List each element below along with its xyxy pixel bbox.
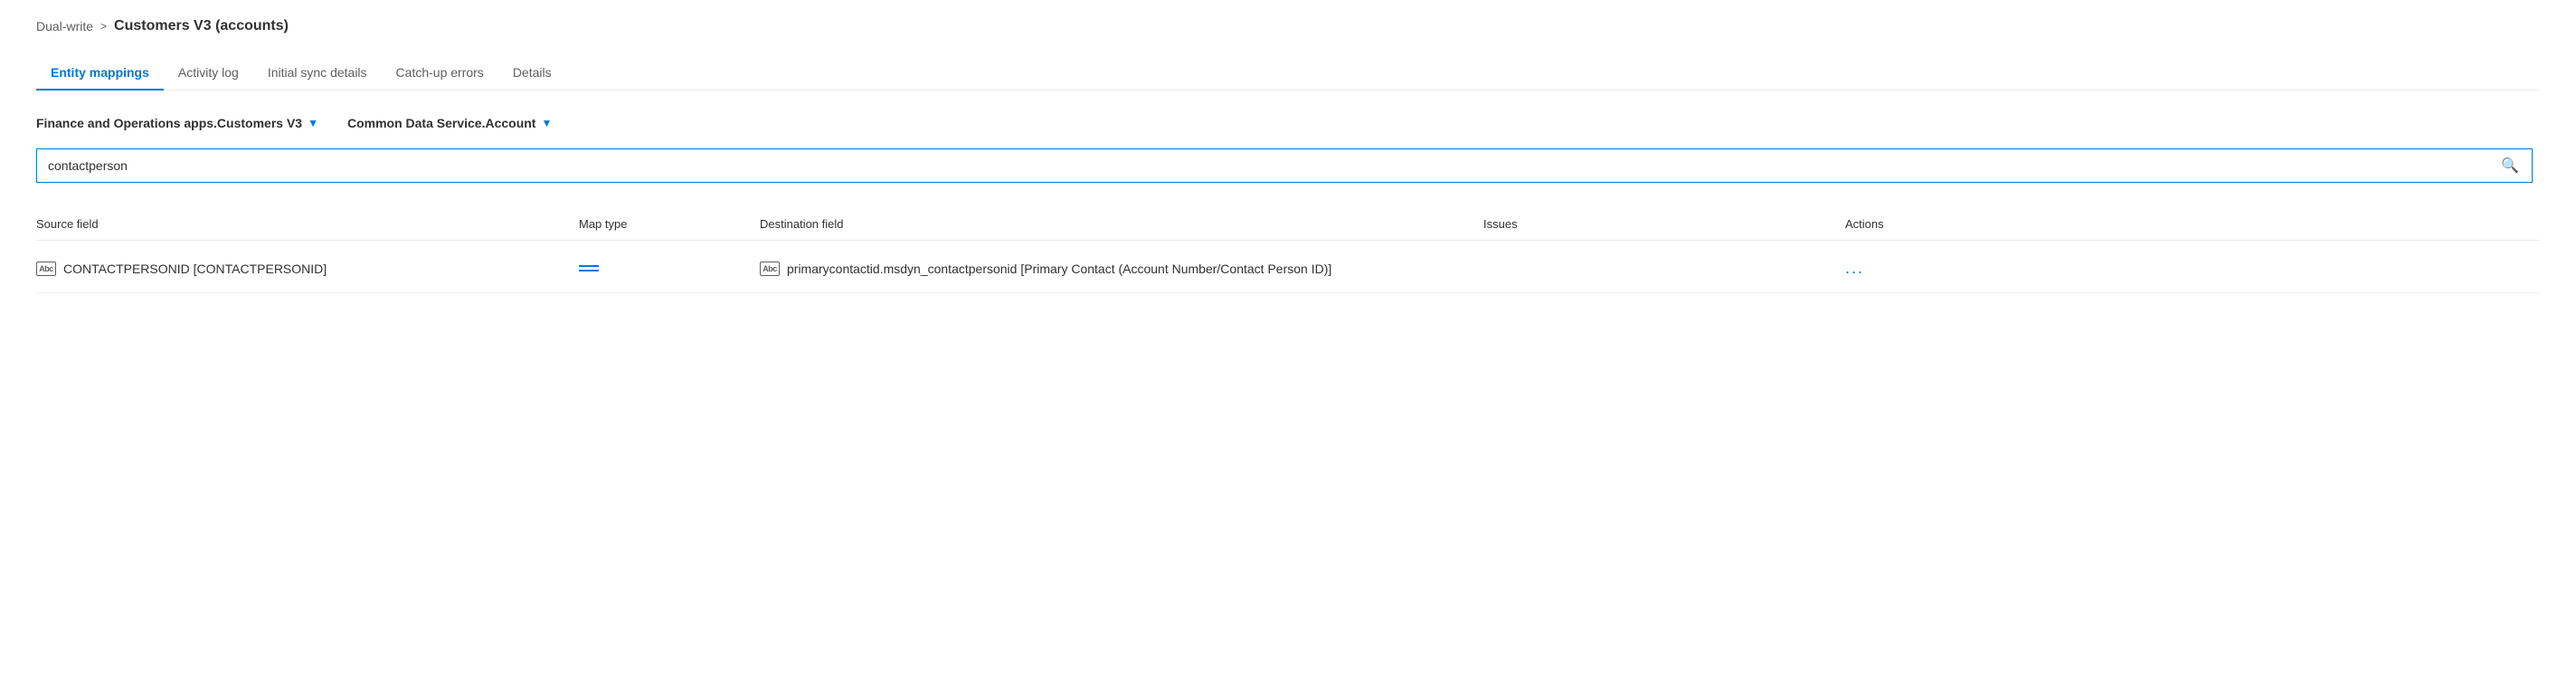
breadcrumb: Dual-write > Customers V3 (accounts)	[36, 18, 2540, 34]
source-field-text: CONTACTPERSONID [CONTACTPERSONID]	[63, 262, 327, 276]
destination-field-label: Abc primarycontactid.msdyn_contactperson…	[760, 262, 1483, 276]
actions-more-button[interactable]: ...	[1845, 259, 1864, 277]
destination-column-label: Common Data Service.Account	[347, 116, 536, 130]
source-abc-icon: Abc	[36, 262, 56, 276]
tab-initial-sync-details[interactable]: Initial sync details	[253, 56, 382, 90]
column-headers: Finance and Operations apps.Customers V3…	[36, 116, 2540, 130]
destination-field-text: primarycontactid.msdyn_contactpersonid […	[787, 262, 1331, 276]
dash-line-2	[579, 270, 599, 271]
tabs-container: Entity mappings Activity log Initial syn…	[36, 56, 2540, 90]
actions-cell: ...	[1845, 259, 2540, 278]
header-source-field: Source field	[36, 217, 579, 231]
tab-catch-up-errors[interactable]: Catch-up errors	[382, 56, 498, 90]
source-filter-icon[interactable]: ▼	[308, 117, 318, 129]
header-actions: Actions	[1845, 217, 2540, 231]
breadcrumb-current: Customers V3 (accounts)	[114, 18, 289, 34]
search-icon: 🔍	[2501, 157, 2519, 175]
table-container: Source field Map type Destination field …	[36, 208, 2540, 293]
source-field-label: Abc CONTACTPERSONID [CONTACTPERSONID]	[36, 262, 579, 276]
map-type-icon	[579, 265, 760, 271]
tab-details[interactable]: Details	[498, 56, 566, 90]
search-container: 🔍	[36, 148, 2533, 183]
dash-line-1	[579, 265, 599, 267]
source-field-cell: Abc CONTACTPERSONID [CONTACTPERSONID]	[36, 262, 579, 276]
source-column-label: Finance and Operations apps.Customers V3	[36, 116, 302, 130]
map-type-cell	[579, 265, 760, 271]
breadcrumb-parent[interactable]: Dual-write	[36, 19, 93, 33]
search-input[interactable]	[37, 151, 2488, 180]
source-column-header: Finance and Operations apps.Customers V3…	[36, 116, 318, 130]
destination-column-header: Common Data Service.Account ▼	[347, 116, 552, 130]
header-issues: Issues	[1483, 217, 1845, 231]
table-row: Abc CONTACTPERSONID [CONTACTPERSONID] Ab…	[36, 244, 2540, 293]
tab-entity-mappings[interactable]: Entity mappings	[36, 56, 164, 90]
search-button[interactable]: 🔍	[2488, 149, 2532, 182]
breadcrumb-separator: >	[100, 20, 107, 33]
header-destination-field: Destination field	[760, 217, 1483, 231]
table-header: Source field Map type Destination field …	[36, 208, 2540, 241]
tab-activity-log[interactable]: Activity log	[164, 56, 253, 90]
destination-abc-icon: Abc	[760, 262, 780, 276]
header-map-type: Map type	[579, 217, 760, 231]
destination-filter-icon[interactable]: ▼	[541, 117, 552, 129]
destination-field-cell: Abc primarycontactid.msdyn_contactperson…	[760, 262, 1483, 276]
